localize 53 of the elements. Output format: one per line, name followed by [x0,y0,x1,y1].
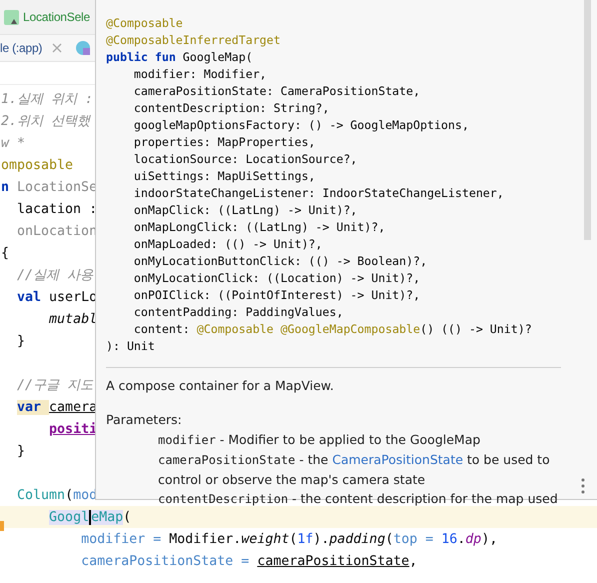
signature-line: modifier: Modifier, [132,66,268,83]
signature-line: uiSettings: MapUiSettings, [132,168,316,185]
code-line: positi [48,421,98,439]
code-line: } [16,443,26,461]
signature-line: public fun GoogleMap( [106,49,254,66]
class-link[interactable]: CameraPositionState [332,452,464,467]
signature-line: indoorStateChangeListener: IndoorStateChangeListener, [132,185,505,202]
signature-line: properties: MapProperties, [132,134,316,151]
signature-line: cameraPositionState: CameraPositionState, [132,83,422,100]
signature-line: googleMapOptionsFactory: () -> GoogleMapOptions, [132,117,470,134]
signature-line: @ComposableInferredTarget [106,32,282,49]
bookmark-icon [0,521,4,531]
signature-line: ): Unit [106,338,156,355]
description-text: A compose container for a MapView. [106,377,335,395]
signature-line: onMapLongClick: ((LatLng) -> Unit)?, [132,219,386,236]
parameter-description: modifier - Modifier to be applied to the GoogleMap [158,431,482,449]
code-line: 1.실제 위치 : [0,91,94,109]
code-line: cameraPositionState = cameraPositionState, [80,553,418,571]
signature-line: locationSource: LocationSource?, [132,151,358,168]
code-line: modifier = Modifier.weight(1f).padding(top = 16.dp), [80,531,498,549]
signature-line: content: @Composable @GoogleMapComposable() (() -> Unit)? [132,321,533,338]
parameter-description: cameraPositionState - the CameraPositionState to be used to control or observe the map's camera state [158,451,551,489]
editor-tab[interactable]: LocationSele [23,10,90,24]
code-line: onLocation [16,223,98,241]
signature-line: @Composable [106,15,184,32]
code-line: var camera [16,399,98,417]
code-line: //구글 지도 [16,377,94,395]
code-line: //실제 사용 [16,267,94,285]
parameters-label: Parameters: [106,411,183,429]
code-line: } [16,333,26,351]
code-line: w * [0,135,26,153]
signature-line: onMyLocationButtonClick: (() -> Boolean)?, [132,253,428,270]
kotlin-file-icon [4,10,19,24]
code-line: lacation : [16,201,98,219]
code-line: { [0,245,10,263]
module-tab[interactable]: le (:app) [0,41,42,55]
code-line: n LocationSe [0,179,98,197]
code-line: Googl eMap( [48,509,132,527]
code-line: omposable [0,157,74,175]
circle-icon[interactable] [76,41,90,55]
signature-line: onMapLoaded: (() -> Unit)?, [132,236,324,253]
signature-line: contentPadding: PaddingValues, [132,304,344,321]
signature-line: onMapClick: ((LatLng) -> Unit)?, [132,202,358,219]
signature-line: onMyLocationClick: ((Location) -> Unit)?, [132,270,422,287]
scrollbar-thumb[interactable] [584,0,591,240]
signature-line: onPOIClick: ((PointOfInterest) -> Unit)?, [132,287,422,304]
more-options-icon[interactable] [581,478,585,494]
code-line: 2.위치 선택했 [0,113,90,131]
close-icon[interactable] [52,43,62,53]
signature-line: contentDescription: String?, [132,100,330,117]
parameter-description: contentDescription - the content description for the map used [158,490,559,508]
code-line: val userLo [16,289,98,307]
code-line: mutabl [48,311,98,329]
